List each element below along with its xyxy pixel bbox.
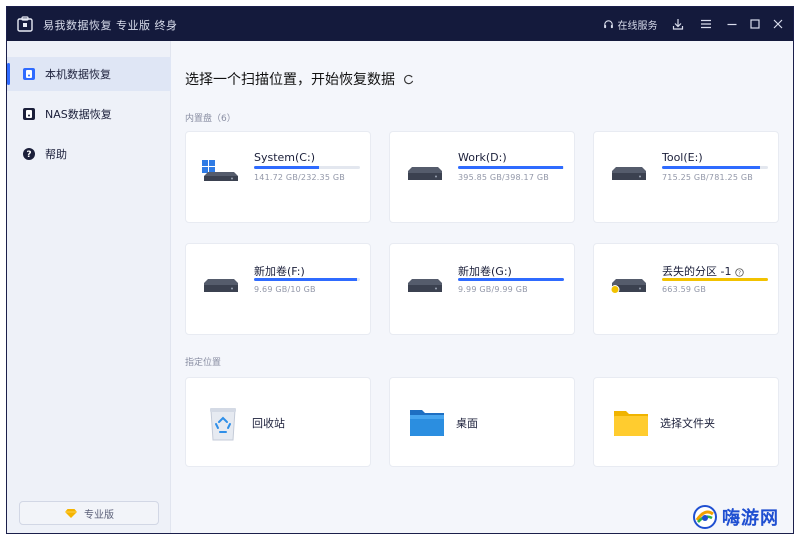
download-button[interactable] [669,15,687,33]
hard-drive-icon [408,167,442,180]
close-icon [773,19,783,29]
maximize-icon [750,19,760,29]
recycle-bin-icon [210,408,236,441]
headset-icon [603,19,613,28]
drive-usage-bar [662,166,768,169]
drive-size: 395.85 GB/398.17 GB [458,173,549,182]
drive-usage-bar [458,278,564,281]
nas-recovery-icon [21,106,37,122]
drive-size: 9.99 GB/9.99 GB [458,285,528,294]
hard-drive-icon [204,279,238,292]
page-title-text: 选择一个扫描位置，开始恢复数据 [185,72,395,88]
drive-name: Tool(E:) [662,151,703,164]
page-title: 选择一个扫描位置，开始恢复数据 [185,69,415,89]
download-icon [672,19,684,30]
watermark-logo-icon [693,505,717,529]
drive-usage-fill [254,166,319,169]
internal-disks-label: 内置盘（6） [185,114,236,124]
close-button[interactable] [769,15,787,33]
drive-usage-bar [662,278,768,281]
sidebar-item-label: 帮助 [45,148,67,161]
drive-usage-bar [254,166,360,169]
main-content: 选择一个扫描位置，开始恢复数据 内置盘（6） System(C:) 141.72… [171,41,793,533]
menu-button[interactable] [697,15,715,33]
sidebar-item-label: 本机数据恢复 [45,68,111,81]
drive-name: System(C:) [254,151,315,164]
question-icon[interactable]: ? [735,267,745,277]
title-bar: 易我数据恢复 专业版 终身 在线服务 [7,7,793,41]
drive-usage-bar [458,166,564,169]
maximize-button[interactable] [746,15,764,33]
drive-usage-fill [458,278,564,281]
minimize-button[interactable] [723,15,741,33]
location-name: 桌面 [456,417,478,430]
sidebar-item-label: NAS数据恢复 [45,108,112,121]
local-recovery-icon [21,66,37,82]
drive-name: Work(D:) [458,151,507,164]
hard-drive-icon [408,279,442,292]
online-service-button[interactable]: 在线服务 [599,15,661,33]
drive-card-e[interactable]: Tool(E:) 715.25 GB/781.25 GB [593,131,779,223]
drive-size: 663.59 GB [662,285,707,294]
desktop-icon [410,410,444,436]
svg-text:?: ? [26,150,31,160]
drive-name: 丢失的分区 -1 [662,265,732,278]
sidebar: 本机数据恢复 NAS数据恢复 ? 帮助 专业版 [7,41,171,533]
folder-icon [614,411,648,436]
diamond-icon [65,508,77,518]
location-card-recycle-bin[interactable]: 回收站 [185,377,371,467]
app-title: 易我数据恢复 专业版 终身 [43,19,178,32]
lost-partition-drive-icon [610,279,646,294]
drive-card-d[interactable]: Work(D:) 395.85 GB/398.17 GB [389,131,575,223]
drive-usage-fill [458,166,563,169]
sidebar-item-local-recovery[interactable]: 本机数据恢复 [7,57,171,91]
system-drive-icon [202,160,238,181]
drive-card-lost-partition[interactable]: 丢失的分区 -1? 663.59 GB [593,243,779,335]
drive-size: 9.69 GB/10 GB [254,285,316,294]
location-name: 回收站 [252,417,285,430]
online-service-label: 在线服务 [617,20,658,32]
pro-edition-button[interactable]: 专业版 [19,501,159,525]
location-card-desktop[interactable]: 桌面 [389,377,575,467]
help-icon: ? [21,146,37,162]
sidebar-item-help[interactable]: ? 帮助 [7,137,171,171]
location-card-choose-folder[interactable]: 选择文件夹 [593,377,779,467]
app-window: 易我数据恢复 专业版 终身 在线服务 本机数据恢复 NAS数据恢复 ? 帮助 专… [6,6,794,534]
location-name: 选择文件夹 [660,417,715,430]
minimize-icon [727,23,737,26]
drive-card-f[interactable]: 新加卷(F:) 9.69 GB/10 GB [185,243,371,335]
menu-icon [701,19,711,29]
app-logo-icon [17,16,33,32]
drive-usage-fill [254,278,357,281]
drive-usage-bar [254,278,360,281]
drive-name: 新加卷(F:) [254,265,305,278]
drive-name-row: 丢失的分区 -1? [662,263,745,279]
hard-drive-icon [612,167,646,180]
svg-text:?: ? [739,270,742,276]
pro-edition-label: 专业版 [84,509,114,521]
drive-size: 141.72 GB/232.35 GB [254,173,345,182]
drive-usage-fill [662,166,760,169]
refresh-icon[interactable] [401,72,415,86]
watermark-text: 嗨游网 [722,508,779,529]
sidebar-item-nas-recovery[interactable]: NAS数据恢复 [7,97,171,131]
drive-card-g[interactable]: 新加卷(G:) 9.99 GB/9.99 GB [389,243,575,335]
site-watermark: 嗨游网 [692,504,779,530]
specified-location-label: 指定位置 [185,358,222,368]
drive-name: 新加卷(G:) [458,265,512,278]
drive-card-c[interactable]: System(C:) 141.72 GB/232.35 GB [185,131,371,223]
drive-size: 715.25 GB/781.25 GB [662,173,753,182]
drive-usage-fill [662,278,768,281]
